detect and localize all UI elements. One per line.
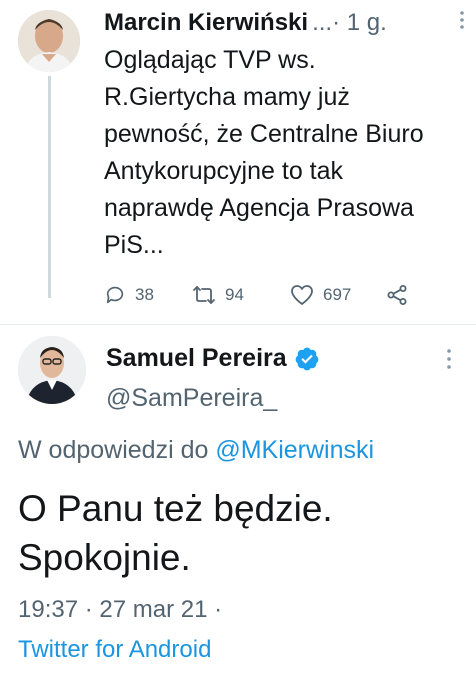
more-options-icon[interactable] <box>455 10 469 30</box>
reply-author-name[interactable]: Samuel Pereira <box>106 344 287 373</box>
retweet-icon <box>193 286 215 304</box>
replying-to-label: W odpowiedzi do <box>18 436 209 464</box>
reply-count: 38 <box>135 285 154 304</box>
reply-icon <box>106 286 124 304</box>
replying-to-mention-link[interactable]: @MKierwinski <box>215 436 374 464</box>
reply-source-link[interactable]: Twitter for Android <box>18 636 211 664</box>
replying-to-line: W odpowiedzi do @MKierwinski <box>18 436 374 465</box>
avatar-marcin-kierwinski[interactable] <box>18 10 80 72</box>
reply-more-options-icon[interactable] <box>442 348 456 370</box>
retweet-count: 94 <box>225 285 244 304</box>
parent-tweet-header: Marcin Kierwiński ...· 1 g. <box>104 6 470 40</box>
parent-tweet-text: Oglądając TVP ws. R.Giertycha mamy już p… <box>104 46 424 259</box>
like-button[interactable]: 697 <box>290 278 351 312</box>
reply-button[interactable]: 38 <box>104 278 154 312</box>
parent-tweet-meta: ...· 1 g. <box>312 9 387 36</box>
heart-icon <box>291 285 313 305</box>
parent-author-name[interactable]: Marcin Kierwiński <box>104 9 308 37</box>
reply-author-name-row: Samuel Pereira <box>106 344 320 373</box>
verified-badge-icon <box>295 347 319 370</box>
reply-tweet-text: O Panu też będzie. Spokojnie. <box>18 488 333 578</box>
share-icon <box>387 285 407 305</box>
avatar-samuel-pereira[interactable] <box>18 336 86 404</box>
share-button[interactable] <box>386 278 417 312</box>
reply-author-handle[interactable]: @SamPereira_ <box>106 384 277 413</box>
like-count: 697 <box>323 285 352 304</box>
parent-tweet-actions: 38 94 697 <box>104 278 414 312</box>
tweet-divider <box>0 324 476 325</box>
thread-connector-line <box>48 76 51 298</box>
reply-timestamp[interactable]: 19:37 · 27 mar 21 · <box>18 596 222 624</box>
retweet-button[interactable]: 94 <box>192 278 244 312</box>
